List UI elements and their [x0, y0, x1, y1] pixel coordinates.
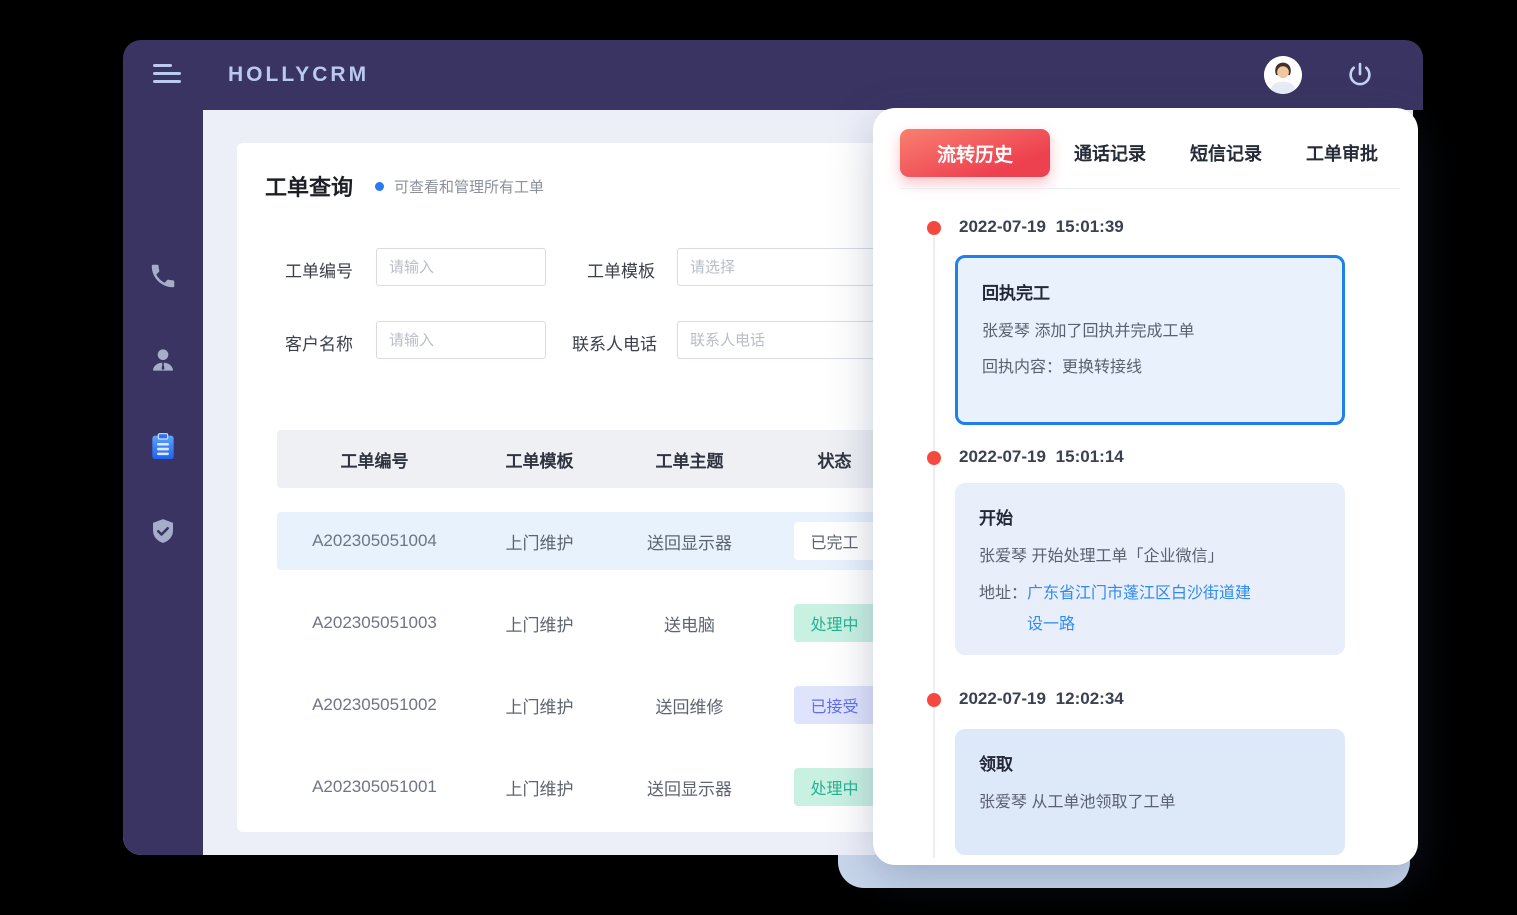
- sidebar-item-phone[interactable]: [123, 256, 203, 300]
- tab-sms-records[interactable]: 短信记录: [1190, 140, 1262, 166]
- topbar: HOLLYCRM: [123, 40, 1423, 110]
- sidebar-item-security[interactable]: [123, 511, 203, 555]
- timeline-dot-icon: [927, 221, 941, 235]
- status-badge: 处理中: [794, 768, 876, 806]
- timeline-card-line: 张爱琴 添加了回执并完成工单: [982, 314, 1318, 350]
- col-header-order-id: 工单编号: [277, 447, 472, 472]
- timeline-timestamp: 2022-07-19 15:01:14: [959, 447, 1124, 467]
- timeline-card-title: 回执完工: [982, 279, 1318, 304]
- address-link[interactable]: 广东省江门市蓬江区白沙街道建设一路: [1027, 578, 1253, 640]
- status-badge: 处理中: [794, 604, 876, 642]
- contact-icon: [147, 344, 179, 381]
- col-header-subject: 工单主题: [607, 447, 772, 472]
- tab-order-approval[interactable]: 工单审批: [1306, 140, 1378, 166]
- tabs-divider: [900, 188, 1400, 189]
- timeline-card-line: 回执内容：更换转接线: [982, 350, 1318, 386]
- security-shield-icon: [148, 516, 178, 551]
- timeline-timestamp: 2022-07-19 12:02:34: [959, 689, 1124, 709]
- sidebar-item-workorders-active[interactable]: [123, 427, 203, 471]
- timeline-dot-icon: [927, 693, 941, 707]
- timeline-card-line: 张爱琴 开始处理工单「企业微信」: [979, 539, 1321, 575]
- page-subtitle: 可查看和管理所有工单: [394, 176, 544, 197]
- timeline-line: [933, 236, 935, 858]
- workorder-clipboard-icon: [147, 431, 179, 468]
- timeline-card-completed: 回执完工 张爱琴 添加了回执并完成工单 回执内容：更换转接线: [955, 255, 1345, 425]
- power-icon[interactable]: [1345, 60, 1375, 90]
- title-dot-icon: [375, 182, 384, 191]
- phone-icon: [148, 261, 178, 296]
- contact-phone-input[interactable]: [677, 321, 877, 359]
- template-select[interactable]: [677, 248, 877, 286]
- address-label: 地址：: [979, 578, 1027, 640]
- brand-logo: HOLLYCRM: [228, 63, 369, 87]
- history-panel: 流转历史 通话记录 短信记录 工单审批 2022-07-19 15:01:39 …: [873, 108, 1418, 865]
- menu-icon[interactable]: [153, 64, 183, 86]
- customer-name-input[interactable]: [376, 321, 546, 359]
- avatar[interactable]: [1264, 56, 1302, 94]
- filter-label-order-id: 工单编号: [285, 257, 353, 282]
- page-title: 工单查询: [265, 170, 353, 202]
- tab-transfer-history[interactable]: 流转历史: [900, 129, 1050, 177]
- sidebar: [123, 110, 203, 855]
- filter-label-customer: 客户名称: [285, 330, 353, 355]
- sidebar-item-contacts[interactable]: [123, 340, 203, 384]
- timeline-card-title: 领取: [979, 750, 1321, 775]
- col-header-template: 工单模板: [472, 447, 607, 472]
- timeline-card-start: 开始 张爱琴 开始处理工单「企业微信」 地址： 广东省江门市蓬江区白沙街道建设一…: [955, 483, 1345, 655]
- timeline-card-line: 张爱琴 从工单池领取了工单: [979, 785, 1321, 821]
- tab-call-records[interactable]: 通话记录: [1074, 140, 1146, 166]
- filter-label-phone: 联系人电话: [572, 330, 657, 355]
- order-id-input[interactable]: [376, 248, 546, 286]
- timeline-dot-icon: [927, 451, 941, 465]
- timeline-card-title: 开始: [979, 504, 1321, 529]
- filter-label-template: 工单模板: [587, 257, 655, 282]
- timeline-card-claimed: 领取 张爱琴 从工单池领取了工单: [955, 729, 1345, 855]
- status-badge: 已完工: [794, 522, 876, 560]
- stage: 工单查询 可查看和管理所有工单 工单编号 工单模板 客户名称 联系人电话 工单编…: [0, 0, 1517, 915]
- timeline-timestamp: 2022-07-19 15:01:39: [959, 217, 1124, 237]
- status-badge: 已接受: [794, 686, 876, 724]
- panel-tabs: 流转历史 通话记录 短信记录 工单审批: [900, 129, 1378, 177]
